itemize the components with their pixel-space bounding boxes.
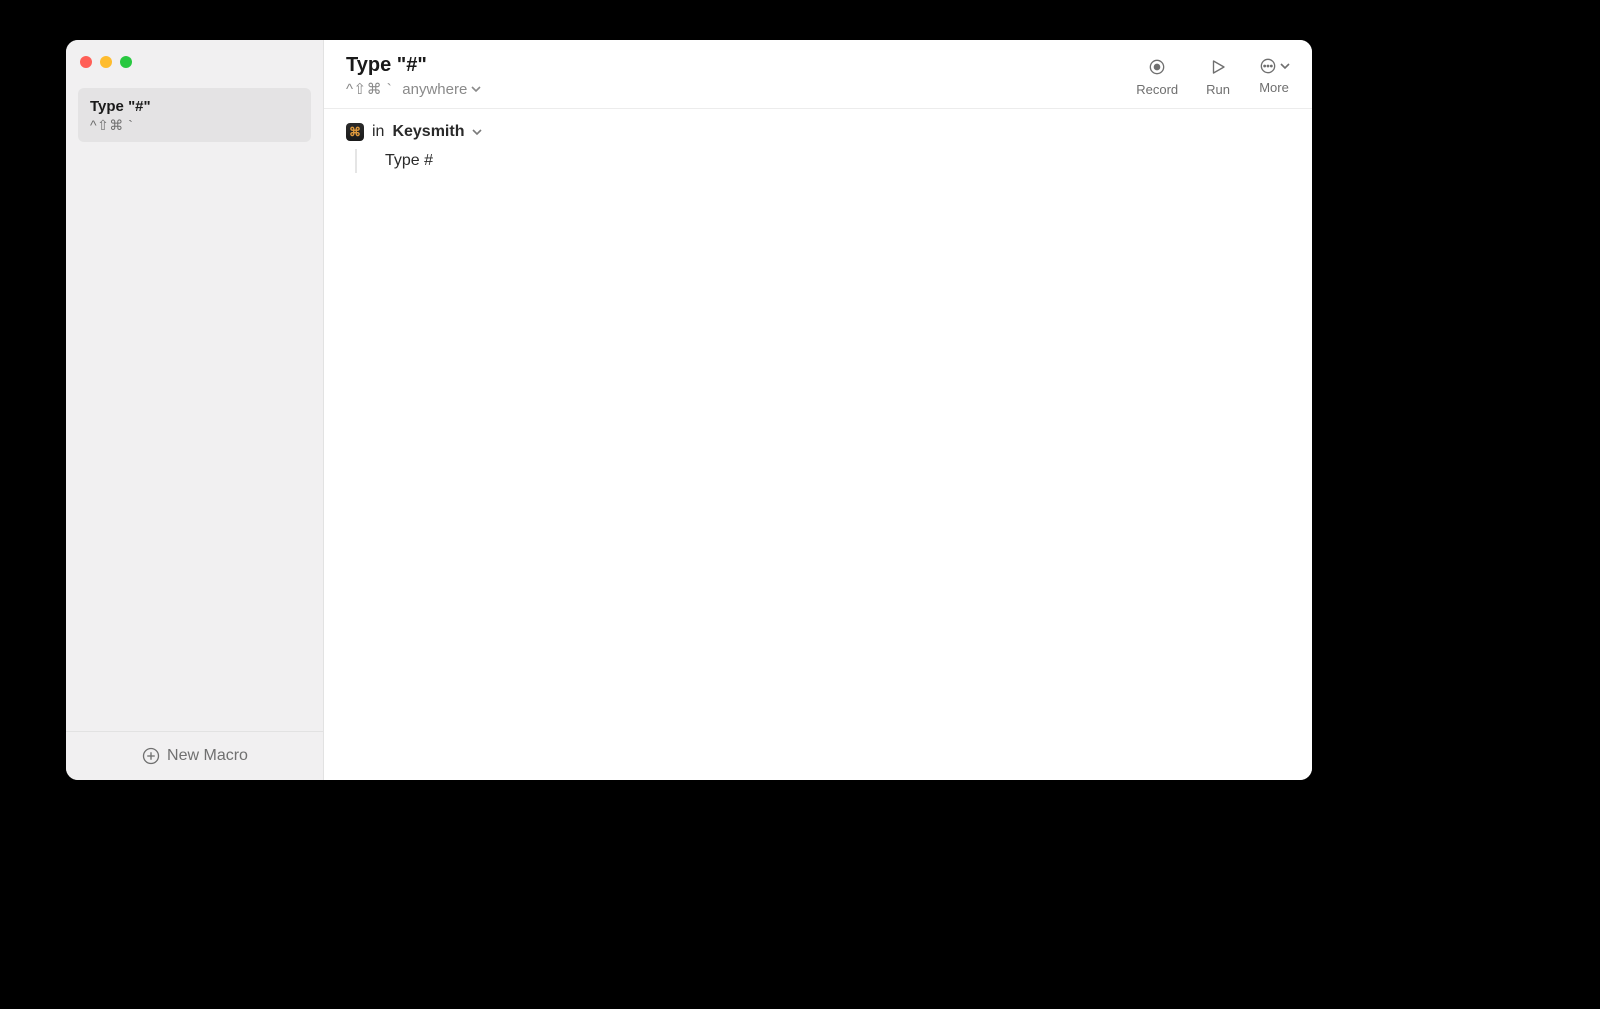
main-pane: Type "#" ^⇧⌘ ` anywhere: [324, 40, 1312, 780]
macro-item-title: Type "#": [90, 98, 299, 115]
more-button[interactable]: More: [1258, 56, 1290, 95]
record-icon: [1146, 56, 1168, 78]
record-button[interactable]: Record: [1136, 56, 1178, 97]
record-label: Record: [1136, 82, 1178, 97]
macro-title[interactable]: Type "#": [346, 54, 481, 77]
more-icon: [1258, 56, 1290, 76]
app-icon: ⌘: [346, 123, 364, 141]
main-header: Type "#" ^⇧⌘ ` anywhere: [324, 40, 1312, 109]
minimize-window-button[interactable]: [100, 56, 112, 68]
chevron-down-icon: [471, 81, 481, 98]
more-label: More: [1259, 80, 1289, 95]
sidebar: Type "#" ^⇧⌘ ` New Macro: [66, 40, 324, 780]
step-context-app: Keysmith: [392, 123, 464, 141]
scope-dropdown[interactable]: anywhere: [402, 81, 481, 98]
step-context-prefix: in: [372, 123, 384, 141]
macro-shortcut[interactable]: ^⇧⌘ `: [346, 80, 392, 98]
header-actions: Record Run: [1136, 56, 1290, 97]
macro-list-item[interactable]: Type "#" ^⇧⌘ `: [78, 88, 311, 142]
macro-list: Type "#" ^⇧⌘ `: [66, 78, 323, 731]
app-window: Type "#" ^⇧⌘ ` New Macro Type "#" ^⇧⌘ `: [66, 40, 1312, 780]
run-label: Run: [1206, 82, 1230, 97]
header-left: Type "#" ^⇧⌘ ` anywhere: [346, 54, 481, 98]
new-macro-button[interactable]: New Macro: [66, 731, 323, 780]
chevron-down-icon: [472, 127, 482, 137]
steps-area: ⌘ in Keysmith Type #: [324, 109, 1312, 780]
scope-label: anywhere: [402, 81, 467, 98]
macro-subheader: ^⇧⌘ ` anywhere: [346, 80, 481, 98]
step-context[interactable]: ⌘ in Keysmith: [346, 123, 1290, 141]
plus-circle-icon: [141, 746, 161, 766]
close-window-button[interactable]: [80, 56, 92, 68]
macro-item-shortcut: ^⇧⌘ `: [90, 117, 299, 134]
run-button[interactable]: Run: [1206, 56, 1230, 97]
step-action-row[interactable]: Type #: [355, 149, 1290, 173]
window-controls: [66, 40, 323, 78]
step-action-text: Type #: [385, 152, 433, 169]
play-icon: [1207, 56, 1229, 78]
maximize-window-button[interactable]: [120, 56, 132, 68]
new-macro-label: New Macro: [167, 747, 248, 765]
